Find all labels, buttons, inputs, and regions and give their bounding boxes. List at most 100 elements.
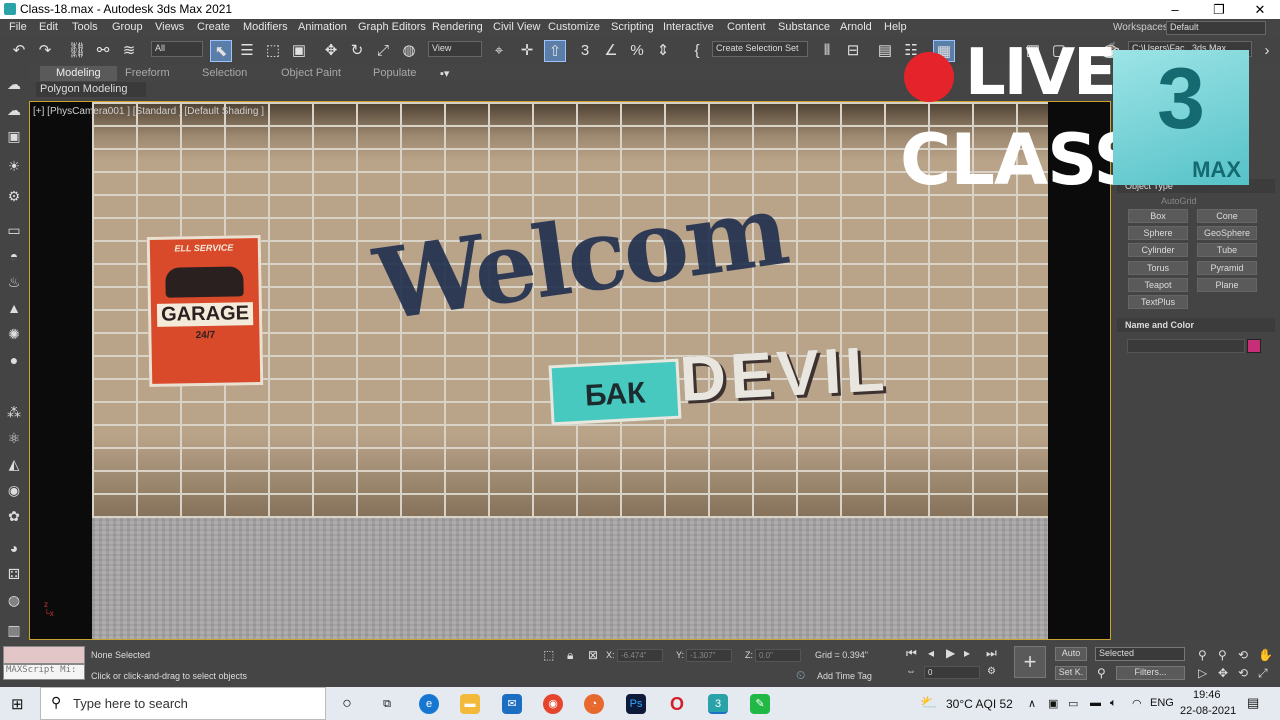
named-selection-set-dropdown[interactable]: Create Selection Set — [712, 41, 808, 57]
field-of-view-icon[interactable]: ▷ — [1198, 666, 1207, 680]
autogrid-checkbox[interactable]: AutoGrid — [1161, 196, 1197, 206]
edit-named-selection-icon[interactable]: { — [686, 40, 708, 62]
taskbar-search[interactable]: ⚲ Type here to search — [40, 687, 326, 720]
y-coordinate-field[interactable]: -1.307" — [686, 649, 732, 662]
key-filter-dropdown[interactable]: Selected — [1095, 647, 1185, 661]
tray-app-icon[interactable]: ▣ — [1048, 697, 1058, 710]
reference-coordinate-dropdown[interactable]: View — [428, 41, 482, 57]
cone-icon[interactable]: ▲ — [5, 299, 23, 317]
notification-icon[interactable]: ▤ — [1247, 695, 1259, 711]
polygon-modeling-panel[interactable]: Polygon Modeling — [36, 82, 146, 97]
cloud-icon[interactable]: ☁ — [5, 101, 23, 119]
previous-frame-icon[interactable]: ◂ — [928, 646, 934, 660]
window-crossing-icon[interactable]: ▣ — [288, 40, 310, 62]
teapot-icon[interactable]: ♨ — [5, 273, 23, 291]
zoom-icon[interactable]: ⚲ — [1198, 648, 1207, 662]
particles-icon[interactable]: ⁂ — [5, 403, 23, 421]
cortana-icon[interactable]: ○ — [337, 694, 357, 714]
teapot-button[interactable]: Teapot — [1128, 278, 1188, 292]
firefox-icon[interactable]: ◔ — [584, 694, 604, 714]
weather-text[interactable]: 30°C AQI 52 — [946, 697, 1013, 711]
set-key-plus-icon[interactable]: + — [1014, 646, 1046, 678]
spinner-snap-icon[interactable]: ⇕ — [652, 40, 674, 62]
windows-start-icon[interactable]: ⊞ — [11, 695, 24, 713]
select-object-icon[interactable]: ⬉ — [210, 40, 232, 62]
lights-icon[interactable]: ☀ — [5, 157, 23, 175]
weather-icon[interactable]: ⛅ — [920, 694, 937, 711]
go-to-end-icon[interactable]: ⏭ — [986, 646, 997, 661]
mail-icon[interactable]: ✉ — [502, 694, 522, 714]
cone-button[interactable]: Cone — [1197, 209, 1257, 223]
redo-icon[interactable]: ↷ — [34, 40, 56, 62]
select-manipulate-icon[interactable]: ✛ — [516, 40, 538, 62]
opera-icon[interactable]: O — [667, 694, 687, 714]
scene-explorer-icon[interactable]: ▤ — [874, 40, 896, 62]
key-mode-icon[interactable]: ⇔ — [906, 666, 916, 677]
time-tag-icon[interactable]: ⏲ — [796, 668, 805, 683]
menu-rendering[interactable]: Rendering — [432, 21, 483, 33]
ribbon-options-icon[interactable]: ▪▾ — [440, 67, 449, 80]
maxscript-listener[interactable] — [3, 646, 85, 664]
walk-through-icon[interactable]: ✥ — [1218, 666, 1228, 680]
angle-snap-icon[interactable]: ∠ — [600, 40, 622, 62]
menu-substance[interactable]: Substance — [778, 21, 830, 33]
menu-customize[interactable]: Customize — [548, 21, 600, 33]
viewport-layout-icon[interactable]: ▣ — [5, 127, 23, 145]
time-config-icon[interactable]: ⚙ — [987, 666, 996, 677]
move-icon[interactable]: ✥ — [320, 40, 342, 62]
scale-icon[interactable]: ⤢ — [372, 40, 394, 62]
battery-icon[interactable]: ▬ — [1090, 697, 1101, 709]
camtasia-icon[interactable]: ✎ — [750, 694, 770, 714]
placement-icon[interactable]: ◍ — [398, 40, 420, 62]
mirror-icon[interactable]: ⫴ — [816, 40, 838, 62]
object-color-swatch[interactable] — [1247, 339, 1261, 353]
plane-button[interactable]: Plane — [1197, 278, 1257, 292]
textplus-button[interactable]: TextPlus — [1128, 295, 1188, 309]
clipboard-icon[interactable]: ▥ — [5, 621, 23, 639]
box-button[interactable]: Box — [1128, 209, 1188, 223]
clock-time[interactable]: 19:46 — [1193, 689, 1221, 701]
orbit-icon[interactable]: ⟲ — [1238, 648, 1248, 662]
menu-interactive[interactable]: Interactive — [663, 21, 714, 33]
pyramid-button[interactable]: Pyramid — [1197, 261, 1257, 275]
tray-chevron-icon[interactable]: ∧ — [1028, 697, 1036, 710]
task-view-icon[interactable]: ⧉ — [377, 694, 397, 714]
play-icon[interactable]: ▶ — [946, 646, 955, 660]
speaker-icon[interactable]: 🔈︎ — [1110, 697, 1117, 710]
edge-icon[interactable]: e — [419, 694, 439, 714]
pan-icon[interactable]: ✋ — [1258, 648, 1273, 662]
tab-modeling[interactable]: Modeling — [40, 66, 117, 81]
name-and-color-rollout[interactable]: Name and Color — [1117, 318, 1275, 332]
filters-button[interactable]: Filters... — [1116, 666, 1185, 680]
auto-key-button[interactable]: Auto — [1055, 647, 1087, 661]
menu-edit[interactable]: Edit — [39, 21, 58, 33]
tab-populate[interactable]: Populate — [373, 67, 416, 79]
keyboard-shortcut-override-icon[interactable]: ⇧ — [544, 40, 566, 62]
maximize-button[interactable]: ❐ — [1204, 0, 1234, 19]
z-coordinate-field[interactable]: 0.0" — [755, 649, 801, 662]
create-icon[interactable]: ☁ — [5, 75, 23, 93]
tab-object-paint[interactable]: Object Paint — [281, 67, 341, 79]
wifi-icon[interactable]: ◠ — [1132, 697, 1142, 710]
sun-icon[interactable]: ✺ — [5, 325, 23, 343]
clock-date[interactable]: 22-08-2021 — [1180, 705, 1236, 717]
menu-content[interactable]: Content — [727, 21, 766, 33]
close-button[interactable]: ✕ — [1245, 0, 1275, 19]
align-icon[interactable]: ⊟ — [842, 40, 864, 62]
hemisphere-icon[interactable]: ◓ — [5, 247, 23, 265]
menu-create[interactable]: Create — [197, 21, 230, 33]
snaps-toggle-icon[interactable]: 3 — [574, 40, 596, 62]
file-explorer-icon[interactable]: ▬ — [460, 694, 480, 714]
zoom-all-icon[interactable]: ⚲ — [1218, 648, 1227, 662]
helpers-icon[interactable]: ⚙ — [5, 187, 23, 205]
isolate-selection-icon[interactable]: ⬚ — [543, 648, 554, 662]
undo-icon[interactable]: ↶ — [8, 40, 30, 62]
rotate-icon[interactable]: ↻ — [346, 40, 368, 62]
absolute-mode-icon[interactable]: ⊠ — [588, 648, 598, 662]
bind-space-warp-icon[interactable]: ≋ — [118, 40, 140, 62]
menu-animation[interactable]: Animation — [298, 21, 347, 33]
x-coordinate-field[interactable]: -6.474" — [617, 649, 663, 662]
geosphere-button[interactable]: GeoSphere — [1197, 226, 1257, 240]
menu-arnold[interactable]: Arnold — [840, 21, 872, 33]
menu-civil-view[interactable]: Civil View — [493, 21, 540, 33]
